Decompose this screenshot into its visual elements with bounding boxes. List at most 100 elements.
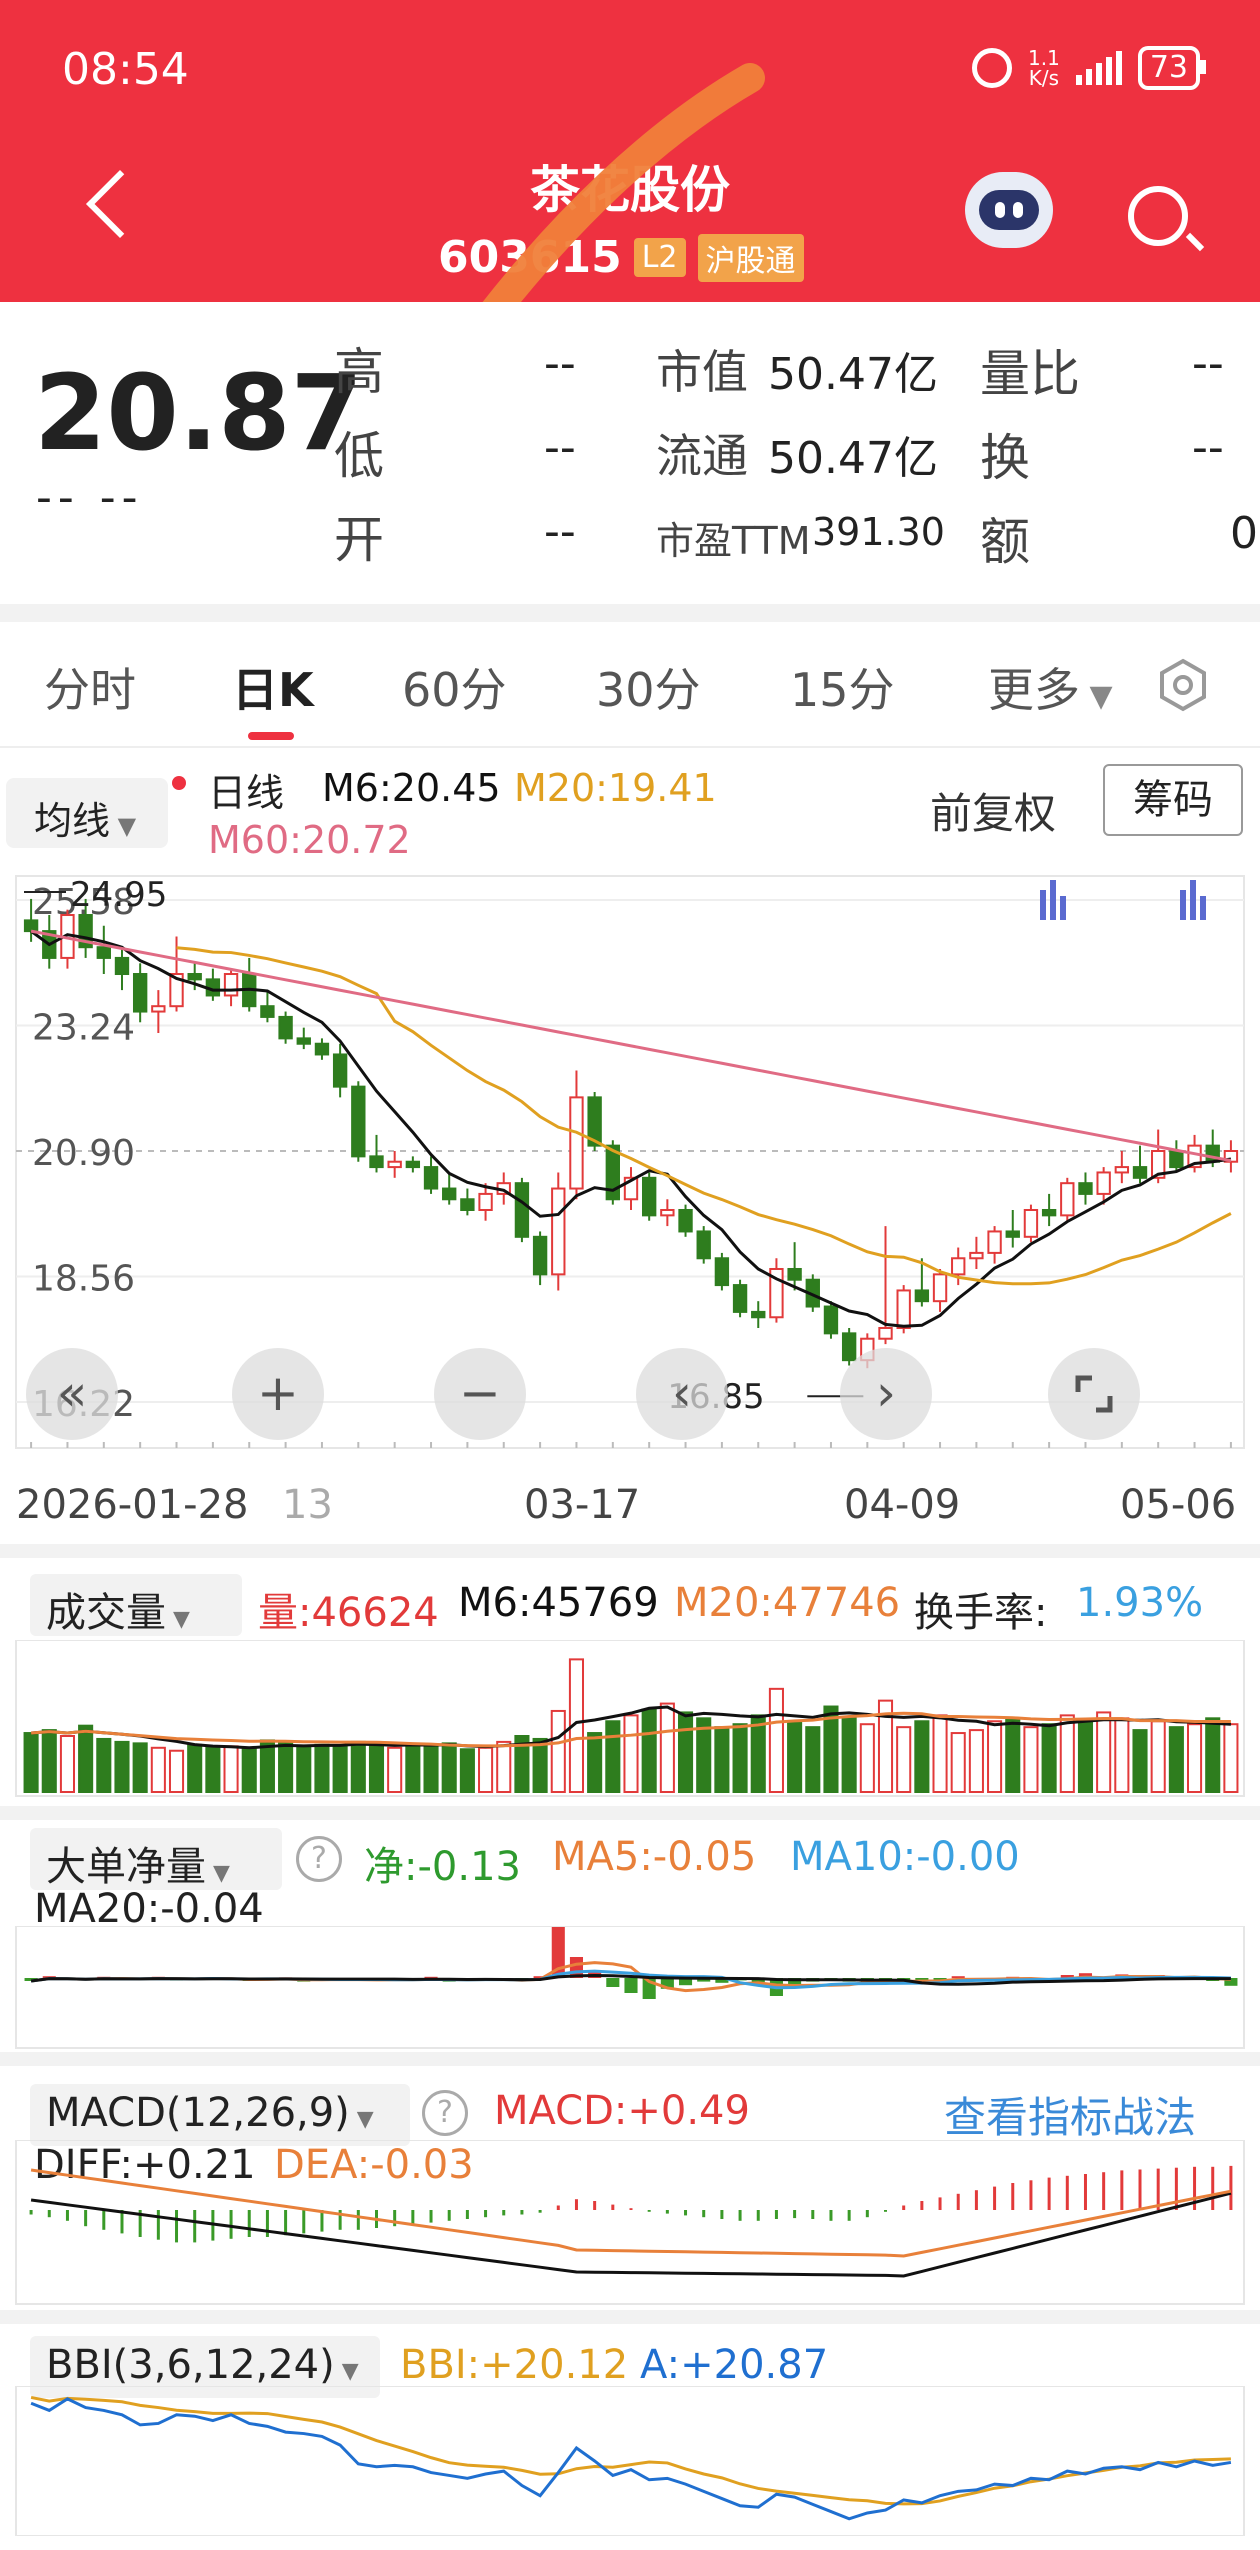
quote-panel: 20.87 -- -- 高 -- 低 -- 开 -- 市值 50.47亿 流通 …: [0, 302, 1260, 602]
bigorder-selector[interactable]: 大单净量 ▼: [30, 1828, 282, 1890]
legend-bbi: BBI:+20.12: [400, 2342, 629, 2388]
volume-bar: [914, 1720, 930, 1793]
app-screen: 08:54 1.1 K/s 73 茶花股份 603615 L2 沪股通 20.8…: [0, 0, 1260, 2550]
close-line: [30, 2397, 1232, 2521]
header-bar: 08:54 1.1 K/s 73 茶花股份 603615 L2 沪股通: [0, 0, 1260, 365]
volume-bar: [296, 1746, 312, 1793]
mktcap-label: 市值: [656, 345, 748, 399]
float-value: 50.47亿: [768, 433, 938, 484]
open-label: 开: [334, 511, 384, 569]
volume-bar: [1077, 1720, 1094, 1793]
jump-start-button[interactable]: «: [26, 1348, 118, 1440]
candle-body: [1005, 1230, 1020, 1238]
volume-bar: [496, 1740, 512, 1793]
candle-body: [296, 1037, 311, 1045]
volume-bar: [714, 1726, 730, 1793]
amount-value: 0: [1230, 508, 1258, 559]
candle-body: [223, 973, 239, 997]
candle-body: [460, 1198, 475, 1211]
volume-bar: [550, 1709, 566, 1793]
bbi-chart[interactable]: [0, 2386, 1260, 2536]
date-label-3: 03-17: [524, 1482, 641, 1528]
indicator-strategy-link[interactable]: 查看指标战法: [944, 2084, 1196, 2145]
candle-body: [1041, 1208, 1057, 1217]
help-icon[interactable]: ?: [296, 1836, 342, 1882]
volume-bar: [241, 1748, 257, 1794]
turnover-value: --: [1192, 422, 1224, 473]
section-divider: [0, 1544, 1260, 1558]
dea-line: [30, 2168, 1232, 2258]
settings-icon[interactable]: [1156, 658, 1210, 712]
turnover-rate-value: 1.93%: [1076, 1580, 1204, 1626]
candle-body: [442, 1187, 457, 1201]
candle-body: [387, 1160, 402, 1169]
volume-bar: [1150, 1720, 1166, 1793]
candle-body: [405, 1160, 421, 1169]
candle-body: [114, 956, 130, 976]
volume-bar: [859, 1723, 875, 1793]
candle-body: [314, 1042, 330, 1056]
zoom-out-button[interactable]: −: [434, 1348, 526, 1440]
macd-selector[interactable]: MACD(12,26,9) ▼: [30, 2084, 410, 2146]
y-tick-label: 18.56: [32, 1259, 135, 1300]
ma-selector[interactable]: 均线 ▼: [6, 778, 168, 848]
bigorder-chart[interactable]: [0, 1926, 1260, 2052]
candle-body: [914, 1289, 930, 1303]
zoom-in-button[interactable]: +: [232, 1348, 324, 1440]
candle-body: [714, 1257, 730, 1287]
chips-button[interactable]: 筹码: [1103, 764, 1243, 836]
volume-bar: [78, 1724, 94, 1793]
pe-value: 391.30: [812, 510, 945, 554]
volume-bar: [659, 1702, 675, 1793]
chevron-down-icon: ▼: [349, 2107, 374, 2132]
candle-body: [823, 1305, 839, 1335]
volume-bar: [1132, 1729, 1148, 1793]
tab-30min[interactable]: 30分: [596, 654, 701, 720]
candle-body: [932, 1273, 948, 1303]
volume-bar: [532, 1737, 548, 1793]
net-volume-bar: [606, 1978, 620, 1987]
volume-bar: [1223, 1723, 1239, 1793]
volume-chart[interactable]: [0, 1640, 1260, 1800]
tab-more[interactable]: 更多 ▼: [988, 654, 1113, 720]
candle-body: [332, 1053, 348, 1088]
date-label-4: 04-09: [844, 1482, 961, 1528]
period-high-label: 24.95: [70, 875, 167, 915]
fullscreen-icon[interactable]: [1048, 1348, 1140, 1440]
scroll-left-button[interactable]: ‹: [636, 1348, 728, 1440]
volume-bar: [96, 1737, 112, 1793]
volume-bar: [387, 1746, 403, 1793]
volume-bar: [987, 1720, 1003, 1793]
candle-body: [1132, 1166, 1148, 1179]
help-icon[interactable]: ?: [422, 2090, 468, 2136]
section-divider: [0, 2310, 1260, 2324]
tab-more-label: 更多: [988, 663, 1080, 717]
chevron-down-icon: ▼: [110, 812, 137, 840]
scroll-right-button[interactable]: ›: [840, 1348, 932, 1440]
period-tabs: 分时 日K 60分 30分 15分 更多 ▼: [0, 622, 1260, 748]
volume-bar: [896, 1726, 912, 1793]
chevron-down-icon: ▼: [166, 1607, 190, 1632]
candle-body: [878, 1326, 893, 1340]
volume-bar: [187, 1743, 203, 1793]
volume-selector-label: 成交量: [46, 1590, 166, 1636]
chevron-down-icon: ▼: [1080, 679, 1113, 714]
macd-chart[interactable]: [0, 2140, 1260, 2310]
volume-selector[interactable]: 成交量 ▼: [30, 1574, 242, 1636]
bar-icon: [1040, 890, 1046, 920]
tab-60min[interactable]: 60分: [402, 654, 507, 720]
tab-daily-k[interactable]: 日K: [232, 654, 314, 720]
adjust-toggle[interactable]: 前复权: [930, 780, 1056, 841]
legend-bbi-a: A:+20.87: [640, 2342, 829, 2388]
candle-body: [696, 1230, 711, 1260]
volume-bar: [623, 1714, 639, 1793]
tab-intraday[interactable]: 分时: [44, 654, 136, 720]
bigorder-selector-label: 大单净量: [46, 1844, 206, 1890]
bbi-selector-label: BBI(3,6,12,24): [46, 2342, 335, 2388]
volume-bar: [1096, 1711, 1112, 1793]
macd-selector-label: MACD(12,26,9): [46, 2090, 350, 2136]
tab-15min[interactable]: 15分: [790, 654, 895, 720]
candle-body: [841, 1332, 857, 1362]
ma60-line: [30, 929, 1232, 1163]
volume-bar: [332, 1745, 348, 1793]
